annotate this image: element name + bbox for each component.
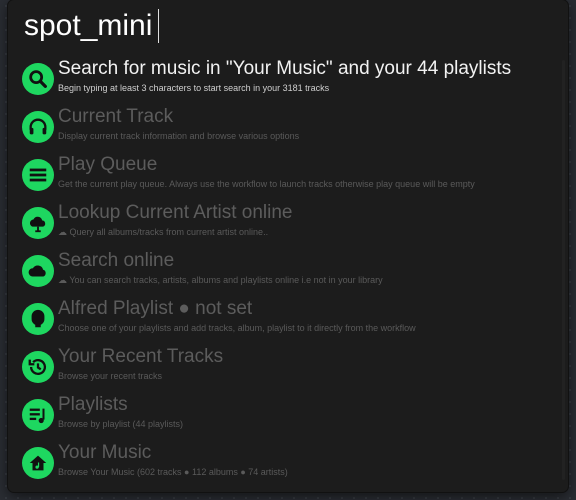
result-subtitle: Display current track information and br… xyxy=(58,131,300,141)
alfred-playlist-icon xyxy=(22,303,54,335)
result-title: Current Track xyxy=(58,106,174,127)
result-subtitle: ☁ You can search tracks, artists, albums… xyxy=(58,275,383,285)
result-item-recent-tracks[interactable]: Your Recent Tracks Browse your recent tr… xyxy=(8,342,568,390)
headphones-icon xyxy=(22,111,54,143)
result-item-play-queue[interactable]: Play Queue Get the current play queue. A… xyxy=(8,150,568,198)
result-subtitle: Get the current play queue. Always use t… xyxy=(58,179,475,189)
result-title: Playlists xyxy=(58,394,128,415)
house-icon xyxy=(22,447,54,479)
result-item-search-online[interactable]: Search online ☁ You can search tracks, a… xyxy=(8,246,568,294)
result-subtitle: Browse Your Music (602 tracks ● 112 albu… xyxy=(58,467,288,477)
result-title: Your Recent Tracks xyxy=(58,346,224,367)
result-subtitle: ☁ Query all albums/tracks from current a… xyxy=(58,227,269,237)
result-item-your-music[interactable]: Your Music Browse Your Music (602 tracks… xyxy=(8,438,568,486)
alfred-window: Search for music in "Your Music" and you… xyxy=(8,0,568,492)
result-subtitle: Begin typing at least 3 characters to st… xyxy=(58,83,330,93)
results-list: Search for music in "Your Music" and you… xyxy=(8,54,568,486)
result-title: Search online xyxy=(58,250,175,271)
result-subtitle: Choose one of your playlists and add tra… xyxy=(58,323,416,333)
queue-icon xyxy=(22,159,54,191)
result-title: Search for music in "Your Music" and you… xyxy=(58,58,512,79)
scrollbar[interactable] xyxy=(562,60,565,480)
cloud-artist-icon xyxy=(22,207,54,239)
result-item-search-library[interactable]: Search for music in "Your Music" and you… xyxy=(8,54,568,102)
search-input[interactable] xyxy=(24,8,544,44)
result-item-alfred-playlist[interactable]: Alfred Playlist ● not set Choose one of … xyxy=(8,294,568,342)
result-item-lookup-artist[interactable]: Lookup Current Artist online ☁ Query all… xyxy=(8,198,568,246)
result-title: Lookup Current Artist online xyxy=(58,202,293,223)
result-item-playlists[interactable]: Playlists Browse by playlist (44 playlis… xyxy=(8,390,568,438)
search-bar xyxy=(8,0,568,52)
text-caret xyxy=(158,9,159,43)
result-title: Play Queue xyxy=(58,154,158,175)
playlist-icon xyxy=(22,399,54,431)
result-item-current-track[interactable]: Current Track Display current track info… xyxy=(8,102,568,150)
search-icon xyxy=(22,63,54,95)
result-title: Your Music xyxy=(58,442,152,463)
result-title: Alfred Playlist ● not set xyxy=(58,298,253,319)
cloud-icon xyxy=(22,255,54,287)
result-subtitle: Browse your recent tracks xyxy=(58,371,163,381)
result-subtitle: Browse by playlist (44 playlists) xyxy=(58,419,184,429)
history-icon xyxy=(22,351,54,383)
